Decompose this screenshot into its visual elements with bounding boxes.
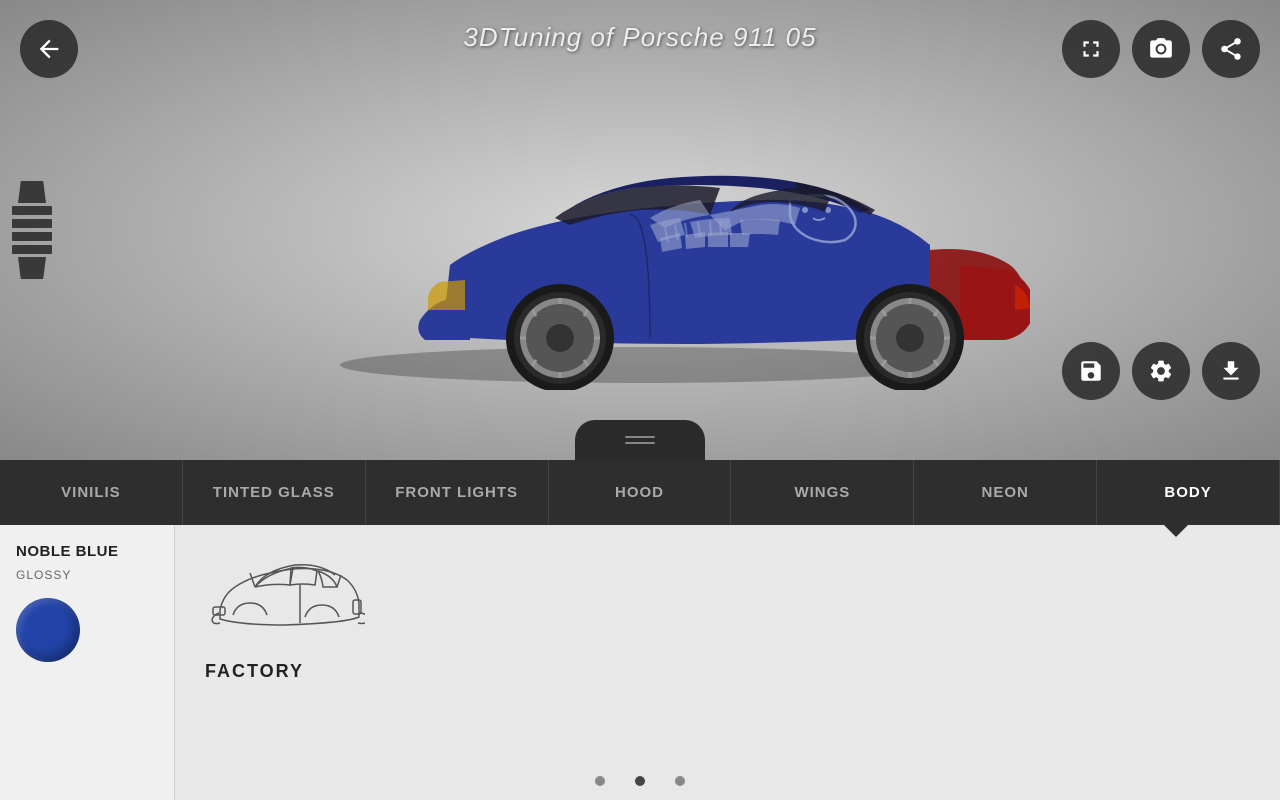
pagination-dot-2[interactable] — [635, 776, 645, 786]
color-selection-panel: NOBLE BLUE GLOSSY — [0, 525, 175, 800]
toolbar-bottom-shape — [18, 257, 46, 279]
download-button[interactable] — [1202, 342, 1260, 400]
color-name-label: NOBLE BLUE — [16, 543, 119, 560]
tab-front-lights[interactable]: FRONT LIGHTS — [366, 460, 549, 525]
handle-indicator — [625, 436, 655, 444]
back-button[interactable] — [20, 20, 78, 78]
pagination-dots — [595, 776, 685, 786]
color-finish-label: GLOSSY — [16, 568, 71, 582]
body-options-panel: FACTORY — [175, 525, 1280, 800]
panel-handle[interactable] — [575, 420, 705, 460]
body-option-factory-label: FACTORY — [205, 661, 304, 682]
toolbar-top-shape — [18, 181, 46, 203]
tab-vinilis[interactable]: VINILIS — [0, 460, 183, 525]
toolbar-bar-1[interactable] — [12, 206, 52, 215]
toolbar-bar-4[interactable] — [12, 245, 52, 254]
pagination-dot-3[interactable] — [675, 776, 685, 786]
page-title: 3DTuning of Porsche 911 05 — [463, 22, 816, 53]
bottom-content-panel: NOBLE BLUE GLOSSY — [0, 525, 1280, 800]
tab-wings[interactable]: WINGS — [731, 460, 914, 525]
tab-body[interactable]: BODY — [1097, 460, 1280, 525]
car-3d-model[interactable] — [250, 70, 1030, 390]
save-button[interactable] — [1062, 342, 1120, 400]
color-swatch[interactable] — [16, 598, 80, 662]
tab-bar: VINILIS TINTED GLASS FRONT LIGHTS HOOD W… — [0, 460, 1280, 525]
left-toolbar — [12, 181, 52, 279]
top-right-toolbar — [1062, 20, 1260, 78]
tab-hood[interactable]: HOOD — [549, 460, 732, 525]
toolbar-bar-3[interactable] — [12, 232, 52, 241]
settings-button[interactable] — [1132, 342, 1190, 400]
tab-tinted-glass[interactable]: TINTED GLASS — [183, 460, 366, 525]
pagination-dot-1[interactable] — [595, 776, 605, 786]
tab-dropdown-arrow — [1162, 523, 1190, 537]
fullscreen-button[interactable] — [1062, 20, 1120, 78]
camera-button[interactable] — [1132, 20, 1190, 78]
tab-neon[interactable]: NEON — [914, 460, 1097, 525]
body-sketch-illustration — [205, 545, 365, 645]
bottom-right-toolbar — [1062, 342, 1260, 400]
car-viewer: 3DTuning of Porsche 911 05 — [0, 0, 1280, 460]
share-button[interactable] — [1202, 20, 1260, 78]
toolbar-bar-2[interactable] — [12, 219, 52, 228]
